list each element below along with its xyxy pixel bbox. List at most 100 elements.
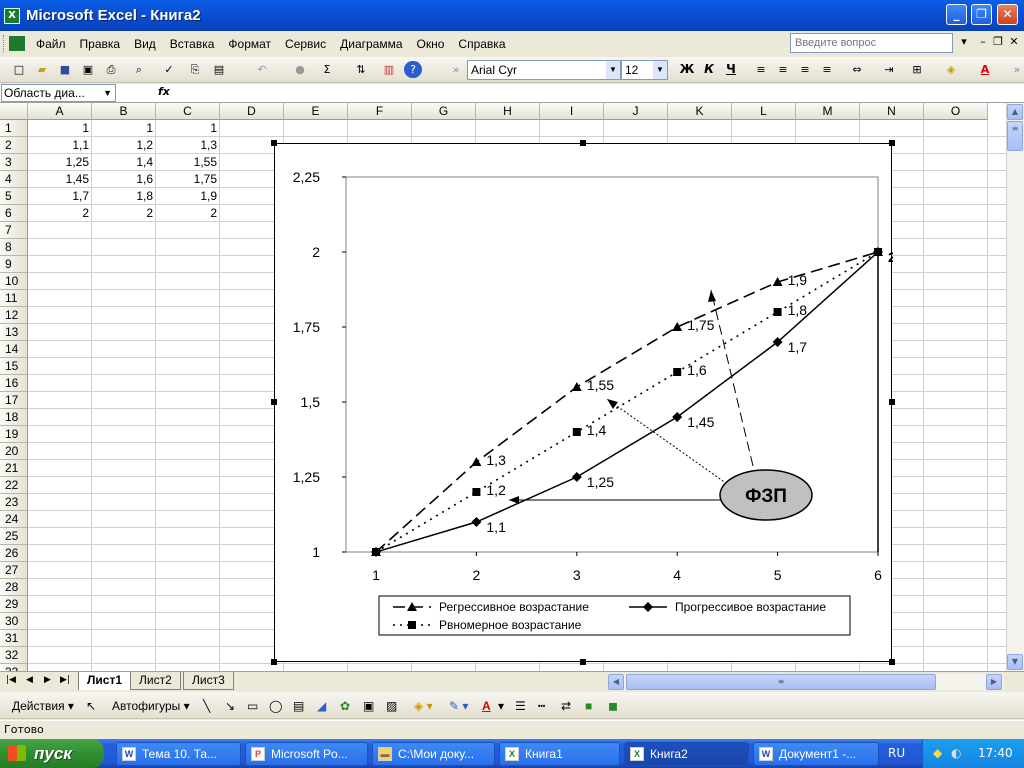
tray-icon[interactable]: ◆ — [933, 739, 942, 768]
row-header-3[interactable]: 3 — [0, 154, 28, 171]
menu-edit[interactable]: Правка — [73, 37, 128, 51]
picture-icon[interactable]: ▨ — [386, 699, 397, 713]
underline-button[interactable]: Ч — [722, 61, 740, 78]
row-header-24[interactable]: 24 — [0, 511, 28, 528]
fx-icon[interactable]: fx — [158, 85, 170, 98]
resize-handle-se[interactable] — [889, 659, 895, 665]
cell-B4[interactable]: 1,6 — [92, 171, 156, 188]
row-header-28[interactable]: 28 — [0, 579, 28, 596]
line-style-icon[interactable]: ☰ — [515, 699, 526, 713]
italic-button[interactable]: К — [700, 61, 718, 78]
menu-file[interactable]: Файл — [29, 37, 73, 51]
resize-handle-s[interactable] — [580, 659, 586, 665]
vertical-scrollbar[interactable]: ▲ ≡ ▼ — [1006, 103, 1024, 671]
font-size-combo[interactable]: 12 ▼ — [621, 60, 668, 80]
cell-A3[interactable]: 1,25 — [28, 154, 92, 171]
row-header-20[interactable]: 20 — [0, 443, 28, 460]
row-header-15[interactable]: 15 — [0, 358, 28, 375]
save-icon[interactable]: ■ — [56, 61, 74, 78]
task-powerpoint[interactable]: P Microsoft Po... — [245, 742, 368, 766]
chart-wizard-icon[interactable]: ▥ — [380, 61, 398, 78]
autoshapes-menu[interactable]: Автофигуры ▾ — [112, 699, 190, 713]
tab-sheet1[interactable]: Лист1 — [78, 672, 132, 690]
cell-A4[interactable]: 1,45 — [28, 171, 92, 188]
column-header-O[interactable]: O — [924, 103, 988, 120]
last-sheet-icon[interactable]: ▶| — [60, 675, 70, 685]
cell-B2[interactable]: 1,2 — [92, 137, 156, 154]
font-color-draw-icon[interactable]: A — [482, 699, 491, 713]
excel-doc-icon[interactable] — [9, 36, 25, 51]
scroll-thumb[interactable]: ≡ — [1007, 121, 1023, 151]
scroll-up-button[interactable]: ▲ — [1007, 104, 1023, 120]
menu-window[interactable]: Окно — [410, 37, 452, 51]
column-header-N[interactable]: N — [860, 103, 924, 120]
row-header-13[interactable]: 13 — [0, 324, 28, 341]
select-objects-icon[interactable]: ↖ — [86, 699, 96, 713]
column-header-B[interactable]: B — [92, 103, 156, 120]
row-header-18[interactable]: 18 — [0, 409, 28, 426]
cell-B1[interactable]: 1 — [92, 120, 156, 137]
row-header-7[interactable]: 7 — [0, 222, 28, 239]
menu-help[interactable]: Справка — [451, 37, 512, 51]
start-button[interactable]: пуск — [0, 739, 104, 768]
column-header-F[interactable]: F — [348, 103, 412, 120]
textbox-icon[interactable]: ▤ — [293, 699, 304, 713]
row-header-26[interactable]: 26 — [0, 545, 28, 562]
resize-handle-sw[interactable] — [271, 659, 277, 665]
font-color-icon[interactable]: A — [976, 61, 994, 78]
row-header-32[interactable]: 32 — [0, 647, 28, 664]
bold-button[interactable]: Ж — [678, 61, 696, 78]
align-left-icon[interactable]: ≡ — [752, 61, 770, 78]
column-header-G[interactable]: G — [412, 103, 476, 120]
volume-icon[interactable]: ◐ — [951, 739, 961, 768]
column-header-M[interactable]: M — [796, 103, 860, 120]
row-header-27[interactable]: 27 — [0, 562, 28, 579]
doc-close-button[interactable]: ✕ — [1008, 35, 1020, 49]
font-name-combo[interactable]: Arial Cyr ▼ — [467, 60, 621, 80]
cell-A5[interactable]: 1,7 — [28, 188, 92, 205]
select-all-corner[interactable] — [0, 103, 28, 120]
row-header-31[interactable]: 31 — [0, 630, 28, 647]
rectangle-icon[interactable]: ▭ — [247, 699, 258, 713]
permission-icon[interactable]: ▣ — [79, 61, 97, 78]
align-center-icon[interactable]: ≡ — [774, 61, 792, 78]
horizontal-scrollbar[interactable]: ◀ ≡ ▶ — [608, 674, 1004, 690]
cell-B6[interactable]: 2 — [92, 205, 156, 222]
next-sheet-icon[interactable]: ▶ — [44, 675, 51, 685]
maximize-button[interactable]: ❐ — [971, 4, 992, 25]
column-header-I[interactable]: I — [540, 103, 604, 120]
column-header-A[interactable]: A — [28, 103, 92, 120]
row-header-25[interactable]: 25 — [0, 528, 28, 545]
tab-sheet2[interactable]: Лист2 — [130, 672, 181, 690]
spelling-icon[interactable]: ✓ — [160, 61, 178, 78]
cell-C1[interactable]: 1 — [156, 120, 220, 137]
row-header-5[interactable]: 5 — [0, 188, 28, 205]
print-icon[interactable]: ⎙ — [102, 61, 120, 78]
shadow-icon[interactable]: ■ — [585, 699, 592, 713]
column-header-D[interactable]: D — [220, 103, 284, 120]
resize-handle-ne[interactable] — [889, 140, 895, 146]
row-header-21[interactable]: 21 — [0, 460, 28, 477]
row-header-8[interactable]: 8 — [0, 239, 28, 256]
oval-icon[interactable]: ◯ — [269, 699, 282, 713]
merge-icon[interactable]: ⇔ — [848, 61, 866, 78]
hyperlink-icon[interactable]: ● — [291, 61, 309, 78]
undo-icon[interactable]: ↶ — [253, 61, 271, 78]
scroll-left-button[interactable]: ◀ — [608, 674, 624, 690]
row-header-30[interactable]: 30 — [0, 613, 28, 630]
row-header-29[interactable]: 29 — [0, 596, 28, 613]
open-icon[interactable]: ▰ — [33, 61, 51, 78]
arrow-style-icon[interactable]: ⇄ — [561, 699, 571, 713]
line-icon[interactable]: ╲ — [203, 699, 210, 713]
row-header-9[interactable]: 9 — [0, 256, 28, 273]
cell-C5[interactable]: 1,9 — [156, 188, 220, 205]
task-excel-book2[interactable]: X Книга2 — [624, 742, 749, 766]
close-button[interactable]: ✕ — [997, 4, 1018, 25]
resize-handle-nw[interactable] — [271, 140, 277, 146]
copy-icon[interactable]: ⎘ — [186, 61, 204, 78]
column-header-E[interactable]: E — [284, 103, 348, 120]
row-header-6[interactable]: 6 — [0, 205, 28, 222]
help-dropdown-icon[interactable]: ▾ — [958, 35, 970, 49]
autosum-icon[interactable]: Σ — [318, 61, 336, 78]
column-header-H[interactable]: H — [476, 103, 540, 120]
